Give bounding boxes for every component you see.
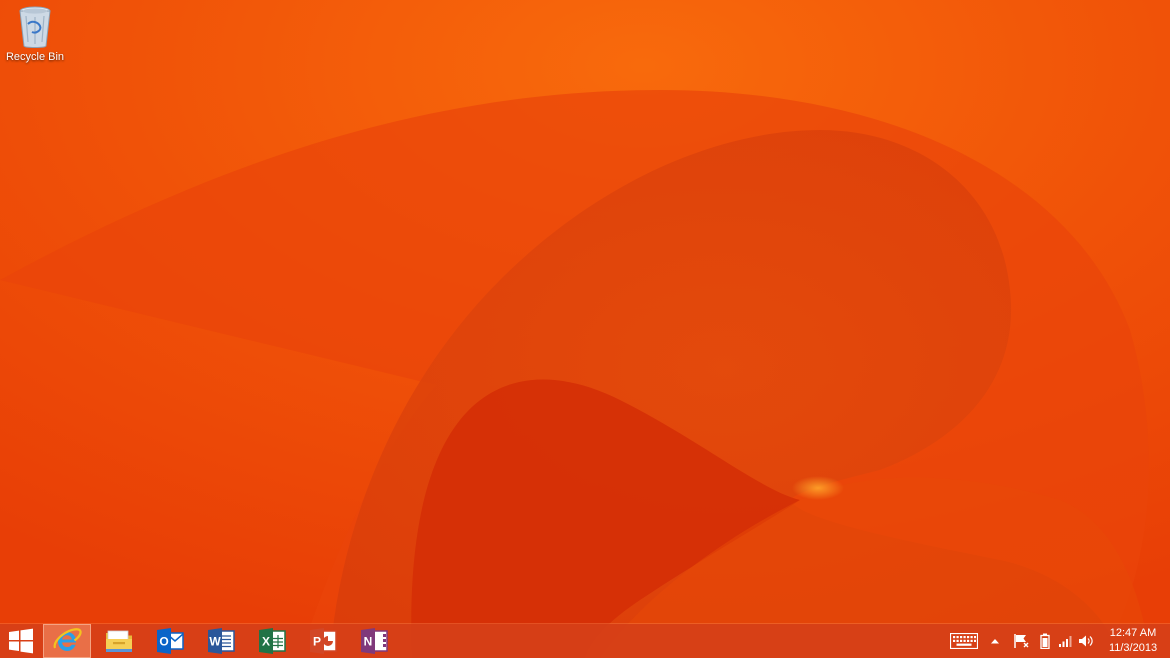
touch-keyboard-button[interactable] (946, 624, 982, 658)
show-hidden-icons-icon (991, 639, 999, 644)
internet-explorer-icon (53, 628, 82, 651)
onenote-icon: N (361, 628, 388, 654)
svg-text:O: O (159, 635, 168, 649)
network-button[interactable] (1056, 624, 1074, 658)
powerpoint-icon: P (310, 628, 337, 654)
svg-text:P: P (313, 635, 321, 649)
action-center-button[interactable] (1011, 624, 1031, 658)
recycle-bin-desktop-icon[interactable]: Recycle Bin (4, 2, 66, 68)
taskbar-file-explorer[interactable] (95, 624, 143, 658)
recycle-bin-icon (19, 6, 51, 48)
taskbar-word[interactable]: W (197, 624, 245, 658)
touch-keyboard-icon (950, 633, 978, 649)
clock-date: 11/3/2013 (1108, 642, 1158, 654)
network-signal-icon (1059, 636, 1072, 647)
file-explorer-icon (106, 630, 132, 652)
battery-icon (1040, 633, 1050, 649)
clock[interactable]: 12:47 AM 11/3/2013 (1098, 624, 1168, 658)
recycle-bin-label: Recycle Bin (5, 51, 65, 63)
action-center-flag-icon (1014, 634, 1029, 648)
show-hidden-icons-button[interactable] (986, 624, 1004, 658)
battery-button[interactable] (1036, 624, 1054, 658)
windows-logo-icon (9, 628, 33, 654)
outlook-icon: O (157, 628, 184, 654)
word-icon: W (208, 628, 235, 654)
start-button[interactable] (0, 624, 42, 658)
volume-button[interactable] (1076, 624, 1096, 658)
excel-icon: X (259, 628, 286, 654)
clock-time: 12:47 AM (1109, 627, 1157, 639)
taskbar-excel[interactable]: X (248, 624, 296, 658)
taskbar-outlook[interactable]: O (146, 624, 194, 658)
svg-text:X: X (262, 635, 270, 649)
taskbar-internet-explorer[interactable] (43, 624, 91, 658)
svg-text:W: W (209, 635, 221, 649)
taskbar-onenote[interactable]: N (350, 624, 398, 658)
taskbar[interactable]: O W X P N 12:47 AM 11/3/2013 (0, 624, 1170, 658)
taskbar-powerpoint[interactable]: P (299, 624, 347, 658)
volume-icon (1079, 635, 1093, 647)
desktop[interactable]: Recycle Bin O W X P N 12:47 AM 11/3/2013 (0, 0, 1170, 658)
desktop-wallpaper (0, 0, 1170, 658)
svg-text:N: N (364, 635, 373, 649)
